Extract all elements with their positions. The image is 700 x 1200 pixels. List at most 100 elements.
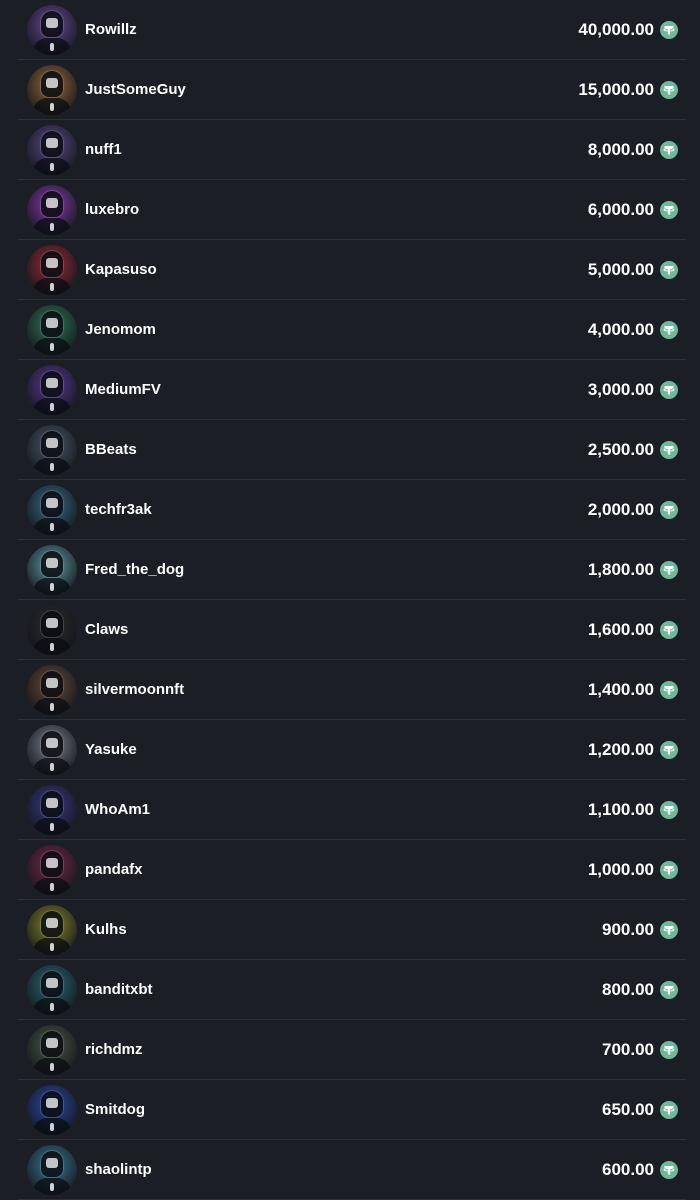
leaderboard-row-1[interactable]: Rowillz 40,000.00	[0, 0, 700, 60]
user-avatar[interactable]	[27, 785, 77, 835]
amount-value: 600.00	[602, 1160, 654, 1179]
tether-glyph	[663, 26, 675, 35]
user-avatar[interactable]	[27, 5, 77, 55]
leaderboard-row-19[interactable]: Smitdog 650.00	[0, 1080, 700, 1140]
leaderboard-row-15[interactable]: pandafx 1,000.00	[0, 840, 700, 900]
robot-visor-shape	[46, 738, 58, 748]
leaderboard-row-12[interactable]: silvermoonnft 1,400.00	[0, 660, 700, 720]
leaderboard-row-9[interactable]: techfr3ak 2,000.00	[0, 480, 700, 540]
robot-visor-shape	[46, 558, 58, 568]
user-avatar[interactable]	[27, 1025, 77, 1075]
username[interactable]: Claws	[85, 600, 128, 660]
robot-visor-shape	[46, 618, 58, 628]
leaderboard-row-8[interactable]: BBeats 2,500.00	[0, 420, 700, 480]
username[interactable]: Kulhs	[85, 900, 127, 960]
amount-value: 1,100.00	[587, 800, 654, 819]
username[interactable]: nuff1	[85, 120, 122, 180]
username[interactable]: pandafx	[85, 840, 143, 900]
user-avatar[interactable]	[27, 305, 77, 355]
user-avatar[interactable]	[27, 965, 77, 1015]
username[interactable]: MediumFV	[85, 360, 161, 420]
tether-glyph	[663, 1106, 675, 1115]
user-avatar[interactable]	[27, 485, 77, 535]
user-avatar[interactable]	[27, 245, 77, 295]
tether-usdt-icon	[660, 981, 678, 999]
robot-visor-shape	[46, 78, 58, 88]
amount-value: 2,000.00	[587, 500, 654, 519]
leaderboard-row-17[interactable]: banditxbt 800.00	[0, 960, 700, 1020]
leaderboard-row-16[interactable]: Kulhs 900.00	[0, 900, 700, 960]
tether-usdt-icon	[660, 741, 678, 759]
user-avatar[interactable]	[27, 1085, 77, 1135]
username[interactable]: shaolintp	[85, 1140, 152, 1200]
robot-visor-shape	[46, 198, 58, 208]
robot-visor-shape	[46, 1038, 58, 1048]
amount-value: 700.00	[602, 1040, 654, 1059]
robot-core-shape	[50, 403, 54, 411]
user-avatar[interactable]	[27, 665, 77, 715]
leaderboard-row-14[interactable]: WhoAm1 1,100.00	[0, 780, 700, 840]
leaderboard-row-13[interactable]: Yasuke 1,200.00	[0, 720, 700, 780]
username[interactable]: luxebro	[85, 180, 139, 240]
robot-core-shape	[50, 883, 54, 891]
user-avatar[interactable]	[27, 605, 77, 655]
tether-usdt-icon	[660, 1041, 678, 1059]
user-avatar[interactable]	[27, 425, 77, 475]
username[interactable]: richdmz	[85, 1020, 143, 1080]
user-avatar[interactable]	[27, 65, 77, 115]
robot-core-shape	[50, 43, 54, 51]
leaderboard-row-4[interactable]: luxebro 6,000.00	[0, 180, 700, 240]
user-avatar[interactable]	[27, 125, 77, 175]
username[interactable]: JustSomeGuy	[85, 60, 186, 120]
tether-usdt-icon	[660, 501, 678, 519]
tether-usdt-icon	[660, 321, 678, 339]
leaderboard-row-2[interactable]: JustSomeGuy 15,000.00	[0, 60, 700, 120]
username[interactable]: banditxbt	[85, 960, 153, 1020]
user-avatar[interactable]	[27, 185, 77, 235]
leaderboard-row-5[interactable]: Kapasuso 5,000.00	[0, 240, 700, 300]
leaderboard-row-6[interactable]: Jenomom 4,000.00	[0, 300, 700, 360]
robot-core-shape	[50, 1123, 54, 1131]
username[interactable]: silvermoonnft	[85, 660, 184, 720]
tether-usdt-icon	[660, 21, 678, 39]
username[interactable]: WhoAm1	[85, 780, 150, 840]
tether-usdt-icon	[660, 1161, 678, 1179]
leaderboard-row-20[interactable]: shaolintp 600.00	[0, 1140, 700, 1200]
user-avatar[interactable]	[27, 545, 77, 595]
user-avatar[interactable]	[27, 845, 77, 895]
tether-usdt-icon	[660, 681, 678, 699]
username[interactable]: Fred_the_dog	[85, 540, 184, 600]
leaderboard-row-18[interactable]: richdmz 700.00	[0, 1020, 700, 1080]
user-avatar[interactable]	[27, 1145, 77, 1195]
username[interactable]: Smitdog	[85, 1080, 145, 1140]
tether-usdt-icon	[660, 201, 678, 219]
username[interactable]: Jenomom	[85, 300, 156, 360]
tether-glyph	[663, 506, 675, 515]
leaderboard-row-11[interactable]: Claws 1,600.00	[0, 600, 700, 660]
user-avatar[interactable]	[27, 365, 77, 415]
tether-glyph	[663, 146, 675, 155]
user-avatar[interactable]	[27, 905, 77, 955]
tether-usdt-icon	[660, 261, 678, 279]
robot-visor-shape	[46, 18, 58, 28]
robot-visor-shape	[46, 318, 58, 328]
leaderboard-row-3[interactable]: nuff1 8,000.00	[0, 120, 700, 180]
robot-core-shape	[50, 103, 54, 111]
user-avatar[interactable]	[27, 725, 77, 775]
leaderboard-row-7[interactable]: MediumFV 3,000.00	[0, 360, 700, 420]
username[interactable]: Yasuke	[85, 720, 137, 780]
robot-core-shape	[50, 703, 54, 711]
robot-core-shape	[50, 823, 54, 831]
tether-usdt-icon	[660, 921, 678, 939]
username[interactable]: techfr3ak	[85, 480, 152, 540]
amount-value: 4,000.00	[587, 320, 654, 339]
tether-glyph	[663, 866, 675, 875]
robot-visor-shape	[46, 258, 58, 268]
username[interactable]: BBeats	[85, 420, 137, 480]
robot-visor-shape	[46, 978, 58, 988]
tether-usdt-icon	[660, 381, 678, 399]
username[interactable]: Kapasuso	[85, 240, 157, 300]
username[interactable]: Rowillz	[85, 0, 137, 60]
amount-value: 3,000.00	[587, 380, 654, 399]
leaderboard-row-10[interactable]: Fred_the_dog 1,800.00	[0, 540, 700, 600]
